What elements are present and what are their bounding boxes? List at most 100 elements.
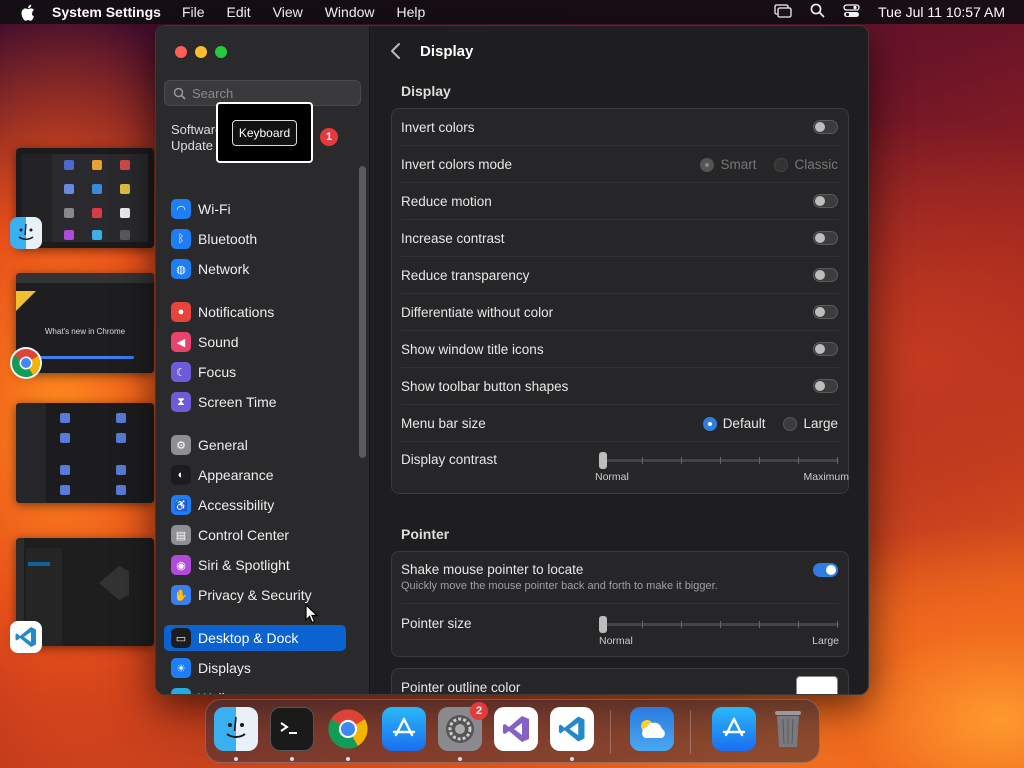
dock-separator xyxy=(610,710,611,754)
sidebar-item-focus[interactable]: ☾ Focus xyxy=(164,359,346,385)
sidebar-item-siri-spotlight[interactable]: ◉ Siri & Spotlight xyxy=(164,552,346,578)
running-indicator xyxy=(290,757,294,761)
globe-icon: ◍ xyxy=(171,259,191,279)
display-contrast-slider[interactable]: Normal Maximum xyxy=(595,450,849,483)
screen-mirroring-icon[interactable] xyxy=(774,3,792,21)
sidebar: Search Software Update Available 1 Keybo… xyxy=(156,26,370,694)
show-toolbar-button-shapes-label: Show toolbar button shapes xyxy=(401,379,569,394)
reduce-transparency-toggle[interactable] xyxy=(813,268,838,282)
finder-icon[interactable] xyxy=(10,217,42,249)
stage-thumbnail-xcode[interactable] xyxy=(16,403,154,503)
differentiate-without-color-label: Differentiate without color xyxy=(401,305,554,320)
minimize-button[interactable] xyxy=(195,46,207,58)
sidebar-item-label: Privacy & Security xyxy=(198,587,312,603)
dock-vscode-icon[interactable] xyxy=(550,707,594,751)
sidebar-item-network[interactable]: ◍ Network xyxy=(164,256,346,282)
radio-button[interactable] xyxy=(783,416,798,431)
invert-colors-mode-option-smart: Smart xyxy=(700,157,756,172)
reduce-motion-row: Reduce motion xyxy=(392,183,848,220)
shake-pointer-toggle[interactable] xyxy=(813,563,838,577)
sidebar-item-label: General xyxy=(198,437,248,453)
menu-bar-size-option-large[interactable]: Large xyxy=(783,416,838,431)
sidebar-item-notifications[interactable]: ● Notifications xyxy=(164,299,346,325)
sidebar-scrollbar[interactable] xyxy=(359,166,366,458)
dock-chrome-icon[interactable] xyxy=(326,707,370,751)
menu-window[interactable]: Window xyxy=(325,4,375,20)
sidebar-item-general[interactable]: ⚙ General xyxy=(164,432,346,458)
zoom-button[interactable] xyxy=(215,46,227,58)
slider-knob[interactable] xyxy=(599,452,607,469)
vscode-icon[interactable] xyxy=(10,621,42,653)
mouse-pointer-icon xyxy=(305,603,319,629)
close-button[interactable] xyxy=(175,46,187,58)
slider-tick xyxy=(720,621,721,628)
menu-file[interactable]: File xyxy=(182,4,205,20)
invert-colors-mode-label: Invert colors mode xyxy=(401,157,513,172)
control-center-icon[interactable] xyxy=(843,3,860,21)
main-pane: Display Display Invert colors Invert colo… xyxy=(370,26,868,694)
menu-edit[interactable]: Edit xyxy=(227,4,251,20)
sidebar-item-accessibility[interactable]: ♿ Accessibility xyxy=(164,492,346,518)
running-indicator xyxy=(570,757,574,761)
menu-app-name[interactable]: System Settings xyxy=(52,4,161,20)
reduce-transparency-row: Reduce transparency xyxy=(392,257,848,294)
sidebar-item-wallpaper[interactable]: ❀ Wallpaper xyxy=(164,685,346,694)
dock-trash-icon[interactable] xyxy=(766,707,810,751)
slider-knob[interactable] xyxy=(599,616,607,633)
show-window-title-icons-row: Show window title icons xyxy=(392,331,848,368)
invert-colors-toggle[interactable] xyxy=(813,120,838,134)
sidebar-item-label: Screen Time xyxy=(198,394,277,410)
dock-app-store-icon[interactable] xyxy=(382,707,426,751)
display-contrast-label: Display contrast xyxy=(401,452,498,467)
dock-separator-2 xyxy=(690,710,691,754)
dock-weather-icon[interactable] xyxy=(630,707,674,751)
back-chevron-icon[interactable] xyxy=(390,42,408,62)
differentiate-without-color-toggle[interactable] xyxy=(813,305,838,319)
show-window-title-icons-toggle[interactable] xyxy=(813,342,838,356)
dock-app-store-download-icon[interactable] xyxy=(712,707,756,751)
slider-max-label: Maximum xyxy=(803,471,849,483)
slider-tick xyxy=(642,457,643,464)
slider-tick xyxy=(681,621,682,628)
slider-min-label: Normal xyxy=(599,635,633,647)
show-toolbar-button-shapes-toggle[interactable] xyxy=(813,379,838,393)
slider-max-label: Large xyxy=(812,635,839,647)
page-title: Display xyxy=(420,43,474,60)
sidebar-item-sound[interactable]: ◀ Sound xyxy=(164,329,346,355)
sidebar-item-bluetooth[interactable]: ᛒ Bluetooth xyxy=(164,226,346,252)
slider-tick xyxy=(642,621,643,628)
chrome-icon[interactable] xyxy=(10,347,42,379)
menu-view[interactable]: View xyxy=(273,4,303,20)
sidebar-item-control-center[interactable]: ▤ Control Center xyxy=(164,522,346,548)
display-contrast-row: Display contrast Normal Maximum xyxy=(392,442,849,494)
menu-help[interactable]: Help xyxy=(397,4,426,20)
apple-menu-icon[interactable] xyxy=(18,3,36,21)
pointer-outline-color-well[interactable] xyxy=(796,676,838,694)
wifi-icon: ◠ xyxy=(171,199,191,219)
reduce-motion-toggle[interactable] xyxy=(813,194,838,208)
sidebar-item-appearance[interactable]: ◐ Appearance xyxy=(164,462,346,488)
keyboard-tooltip: Keyboard xyxy=(216,102,313,163)
menu-bar-size-option-default[interactable]: Default xyxy=(702,416,765,431)
spotlight-search-icon[interactable] xyxy=(810,3,825,21)
reduce-transparency-label: Reduce transparency xyxy=(401,268,530,283)
pointer-size-slider[interactable]: Normal Large xyxy=(599,614,839,647)
slider-tick xyxy=(837,621,838,628)
sidebar-item-screen-time[interactable]: ⧗ Screen Time xyxy=(164,389,346,415)
menu-clock[interactable]: Tue Jul 11 10:57 AM xyxy=(878,4,1005,20)
menu-bar: System Settings File Edit View Window He… xyxy=(0,0,1024,24)
sidebar-item-label: Displays xyxy=(198,660,251,676)
sidebar-item-wi-fi[interactable]: ◠ Wi-Fi xyxy=(164,196,346,222)
menu-bar-size-label: Menu bar size xyxy=(401,416,486,431)
dock-visual-studio-icon[interactable] xyxy=(494,707,538,751)
slider-tick xyxy=(798,457,799,464)
siri-icon: ◉ xyxy=(171,555,191,575)
dock-finder-icon[interactable] xyxy=(214,707,258,751)
running-indicator xyxy=(234,757,238,761)
increase-contrast-toggle[interactable] xyxy=(813,231,838,245)
radio-label: Classic xyxy=(794,157,838,172)
sidebar-item-displays[interactable]: ☀ Displays xyxy=(164,655,346,681)
dock-terminal-icon[interactable] xyxy=(270,707,314,751)
radio-button[interactable] xyxy=(702,416,717,431)
radio-button xyxy=(700,157,715,172)
